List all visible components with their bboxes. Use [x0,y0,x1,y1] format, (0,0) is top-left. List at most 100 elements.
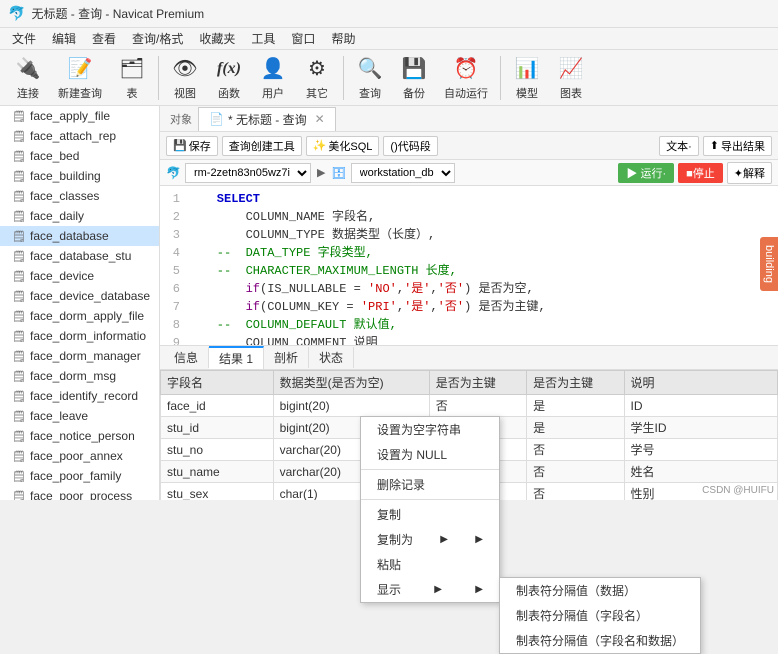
function-button[interactable]: f(x) 函数 [209,53,249,103]
sidebar-item-face-daily[interactable]: 🗒 face_daily [0,206,159,226]
menu-query-format[interactable]: 查询/格式 [124,28,191,49]
sql-editor[interactable]: 123456789 SELECT COLUMN_NAME 字段名, COLUMN… [160,186,778,346]
menu-window[interactable]: 窗口 [283,28,323,49]
connect-button[interactable]: 🔌 连接 [8,53,48,103]
table-icon: 🗒 [12,389,26,403]
autorun-icon: ⏰ [452,55,480,83]
query-button[interactable]: 🔍 查询 [350,53,390,103]
sidebar-item-face-bed[interactable]: 🗒 face_bed [0,146,159,166]
sidebar-item-face-poor-annex[interactable]: 🗒 face_poor_annex [0,446,159,466]
submenu-tab-delim-data[interactable]: 制表符分隔值（数据） [500,578,700,603]
new-query-button[interactable]: 📝 新建查询 [52,53,108,103]
sidebar-item-face-building[interactable]: 🗒 face_building [0,166,159,186]
model-icon: 📊 [513,55,541,83]
menu-tools[interactable]: 工具 [243,28,283,49]
result-tab-info[interactable]: 信息 [164,347,209,368]
submenu-tab-delim-fields[interactable]: 制表符分隔值（字段名） [500,603,700,628]
table-icon: 🗒 [12,209,26,223]
sidebar-item-face-dorm-apply-file[interactable]: 🗒 face_dorm_apply_file [0,306,159,326]
title-bar: 🐬 无标题 - 查询 - Navicat Premium [0,0,778,28]
context-delete-record[interactable]: 删除记录 [361,472,499,497]
close-tab-icon[interactable]: ✕ [315,112,325,126]
sidebar-item-face-leave[interactable]: 🗒 face_leave [0,406,159,426]
sidebar-item-face-dorm-msg[interactable]: 🗒 face_dorm_msg [0,366,159,386]
right-hint-bar[interactable]: building [760,237,778,291]
sidebar-item-face-attach-rep[interactable]: 🗒 face_attach_rep [0,126,159,146]
other-button[interactable]: ⚙ 其它 [297,53,337,103]
code-block-button[interactable]: ()代码段 [383,136,437,156]
view-button[interactable]: 👁 视图 [165,53,205,103]
export-button[interactable]: ⬆ 导出结果 [703,136,772,156]
query-tab[interactable]: 📄 * 无标题 - 查询 ✕ [198,107,336,131]
col-header-type: 数据类型(是否为空) [273,371,429,395]
chart-icon: 📈 [557,55,585,83]
table-row[interactable]: face_id bigint(20) 否 是 ID [161,395,778,417]
table-button[interactable]: 🗂 表 [112,53,152,103]
sidebar-item-face-dorm-manager[interactable]: 🗒 face_dorm_manager [0,346,159,366]
menu-help[interactable]: 帮助 [323,28,363,49]
sidebar-item-face-device[interactable]: 🗒 face_device [0,266,159,286]
query-toolbar: 💾 保存 查询创建工具 ✨ 美化SQL ()代码段 文本· ⬆ 导出结果 [160,132,778,160]
user-button[interactable]: 👤 用户 [253,53,293,103]
connect-icon: 🔌 [14,55,42,83]
text-button[interactable]: 文本· [659,136,699,156]
sidebar-item-face-database[interactable]: 🗒 face_database [0,226,159,246]
connection-bar: 🐬 rm-2zetn83n05wz7i ▶ 🗄 workstation_db ▶… [160,160,778,186]
query-builder-button[interactable]: 查询创建工具 [222,136,302,156]
query-icon: 🔍 [356,55,384,83]
context-set-null[interactable]: 设置为 NULL [361,442,499,467]
toolbar-sep-3 [500,56,501,100]
object-label: 对象 [164,111,198,127]
show-submenu: 制表符分隔值（数据） 制表符分隔值（字段名） 制表符分隔值（字段名和数据） [499,577,701,654]
table-icon: 🗒 [12,269,26,283]
context-copy[interactable]: 复制 [361,502,499,527]
model-button[interactable]: 📊 模型 [507,53,547,103]
query-tab-label: * 无标题 - 查询 [228,111,307,128]
table-icon: 🗒 [12,109,26,123]
sidebar-item-face-classes[interactable]: 🗒 face_classes [0,186,159,206]
table-icon: 🗒 [12,229,26,243]
stop-button[interactable]: ■停止 [678,163,723,183]
backup-button[interactable]: 💾 备份 [394,53,434,103]
result-tab-result1[interactable]: 结果 1 [209,346,264,369]
autorun-button[interactable]: ⏰ 自动运行 [438,53,494,103]
submenu-tab-delim-both[interactable]: 制表符分隔值（字段名和数据） [500,628,700,653]
backup-icon: 💾 [400,55,428,83]
context-paste[interactable]: 粘贴 [361,552,499,577]
col-header-nullable: 是否为主键 [429,371,526,395]
result-tab-profile[interactable]: 剖析 [264,347,309,368]
connection-select[interactable]: rm-2zetn83n05wz7i [185,163,311,183]
table-icon: 🗒 [12,289,26,303]
table-icon: 🗒 [12,309,26,323]
sidebar-item-face-device-database[interactable]: 🗒 face_device_database [0,286,159,306]
table-icon: 🗒 [12,149,26,163]
sidebar-item-face-poor-family[interactable]: 🗒 face_poor_family [0,466,159,486]
table-icon: 🗒 [12,409,26,423]
save-button[interactable]: 💾 保存 [166,136,218,156]
context-copy-as[interactable]: 复制为 ▶ Insert 语句 Update 语句 [361,527,499,552]
sql-content[interactable]: SELECT COLUMN_NAME 字段名, COLUMN_TYPE 数据类型… [188,190,774,341]
database-select[interactable]: workstation_db [351,163,455,183]
beautify-sql-button[interactable]: ✨ 美化SQL [306,136,380,156]
table-icon: 🗒 [12,329,26,343]
run-button[interactable]: ▶ 运行· [618,163,674,183]
menu-favorites[interactable]: 收藏夹 [191,28,243,49]
table-icon: 🗒 [12,129,26,143]
menu-edit[interactable]: 编辑 [44,28,84,49]
menu-file[interactable]: 文件 [4,28,44,49]
result-tabs: 信息 结果 1 剖析 状态 [160,346,778,370]
sidebar-item-face-database-stu[interactable]: 🗒 face_database_stu [0,246,159,266]
result-tab-status[interactable]: 状态 [309,347,354,368]
explain-button[interactable]: ✦解释 [727,162,772,184]
sidebar-item-face-apply-file[interactable]: 🗒 face_apply_file [0,106,159,126]
sidebar-item-face-poor-process[interactable]: 🗒 face_poor_process [0,486,159,500]
sidebar-item-face-notice-person[interactable]: 🗒 face_notice_person [0,426,159,446]
context-show[interactable]: 显示 ▶ 制表符分隔值（数据） 制表符分隔值（字段名） 制表符分隔值（字段名和数… [361,577,499,602]
sidebar-item-face-dorm-info[interactable]: 🗒 face_dorm_informatio [0,326,159,346]
title-text: 无标题 - 查询 - Navicat Premium [31,5,204,22]
context-set-empty-string[interactable]: 设置为空字符串 [361,417,499,442]
chart-button[interactable]: 📈 图表 [551,53,591,103]
sidebar-item-face-identify-record[interactable]: 🗒 face_identify_record [0,386,159,406]
col-header-primary: 是否为主键 [527,371,624,395]
menu-view[interactable]: 查看 [84,28,124,49]
